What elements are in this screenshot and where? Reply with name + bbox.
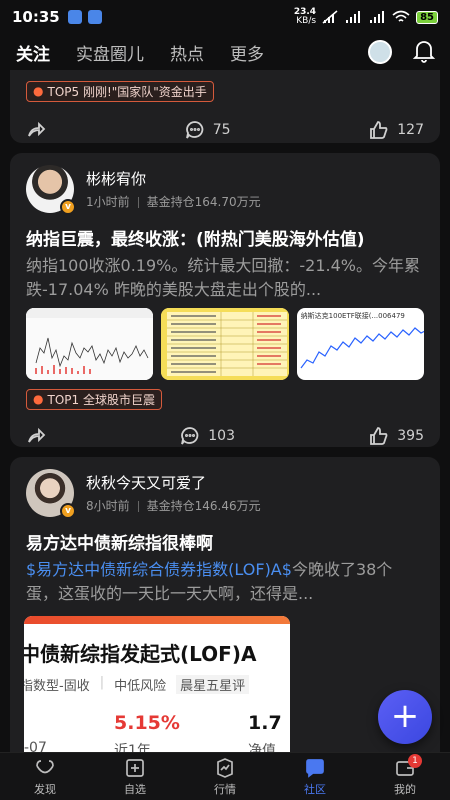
nav-discover[interactable]: 发现 [0, 753, 90, 800]
fund-type: 指数型-固收 [24, 679, 90, 694]
like-button[interactable]: 395 [369, 426, 424, 446]
share-button[interactable] [26, 426, 46, 446]
hot-tag[interactable]: ● TOP5 刚刚!"国家队"资金出手 [26, 80, 214, 102]
user-avatar-button[interactable] [368, 40, 392, 64]
like-count: 395 [397, 427, 424, 444]
post-time: 1小时前 [86, 195, 130, 209]
comment-icon [185, 120, 204, 138]
verified-badge: v [60, 503, 76, 519]
nav-community[interactable]: 社区 [270, 753, 360, 800]
author-name[interactable]: 彬彬宥你 [86, 168, 261, 189]
hot-tag[interactable]: ● TOP1 全球股市巨震 [26, 388, 162, 410]
fund-chart-thumbnail[interactable]: 纳斯达克100ETF联接(...006479 [296, 308, 424, 380]
fund-risk: 中低风险 [114, 679, 167, 694]
comment-count: 103 [208, 427, 235, 444]
discover-icon [36, 759, 54, 773]
fund-link[interactable]: $易方达中债新综合债券指数(LOF)A$ [26, 560, 292, 579]
status-time: 10:35 [12, 8, 60, 26]
fund-name: 中债新综指发起式(LOF)A [24, 642, 257, 666]
comment-button[interactable]: 75 [185, 120, 231, 140]
fire-icon: ● [33, 84, 44, 98]
thumbs-up-icon [370, 120, 388, 139]
battery-indicator: 85 [416, 10, 438, 24]
fire-icon: ● [33, 392, 44, 406]
hot-tag-label: TOP5 刚刚!"国家队"资金出手 [47, 84, 207, 99]
feed[interactable]: ● TOP5 刚刚!"国家队"资金出手 75 127 v 彬彬宥你 1小时前 基金持 [0, 70, 450, 752]
community-icon [306, 758, 324, 778]
post-title: 易方达中债新综指很棒啊 [26, 534, 213, 554]
comment-button[interactable]: 103 [180, 426, 235, 446]
nav-me[interactable]: 我的 1 [360, 753, 450, 800]
post-card[interactable]: v 彬彬宥你 1小时前 基金持仓164.70万元 纳指巨震，最终收涨：(附热门美股… [10, 153, 440, 447]
plus-icon: + [390, 696, 420, 736]
avatar[interactable]: v [26, 469, 76, 519]
nav-label: 行情 [214, 782, 236, 796]
notification-badge: 1 [408, 754, 422, 768]
bottom-nav: 发现 自选 行情 社区 我的 1 [0, 752, 450, 800]
post-images: 纳斯达克100ETF联接(...006479 [10, 298, 440, 380]
fund-nav-label: 净值 [248, 743, 276, 752]
net-speed-unit: KB/s [296, 16, 317, 26]
post-card[interactable]: ● TOP5 刚刚!"国家队"资金出手 75 127 [10, 70, 440, 143]
thumbnail-title: 纳斯达克100ETF联接(...006479 [300, 312, 405, 320]
post-time: 8小时前 [86, 499, 130, 513]
signal-hd2-icon [370, 11, 385, 23]
nav-watchlist[interactable]: 自选 [90, 753, 180, 800]
fund-date-fragment: -07 [24, 740, 47, 752]
signal-hd-icon [346, 11, 361, 23]
alipay-notification-icon [87, 10, 102, 24]
nav-label: 社区 [304, 782, 326, 796]
watchlist-icon [126, 758, 144, 777]
hot-tag-label: TOP1 全球股市巨震 [47, 392, 155, 407]
signal-off-icon [322, 10, 338, 24]
chart-thumbnail[interactable] [26, 308, 154, 380]
nav-label: 发现 [34, 782, 56, 796]
share-button[interactable] [26, 120, 46, 140]
avatar[interactable]: v [26, 165, 76, 215]
wifi-icon [392, 10, 410, 22]
share-icon [28, 427, 46, 443]
post-body: $易方达中债新综合债券指数(LOF)A$今晚收了38个蛋，这蛋收的一天比一天大啊… [10, 554, 440, 602]
bell-icon[interactable] [412, 38, 436, 64]
tab-hot[interactable]: 热点 [170, 40, 204, 65]
fund-rating: 晨星五星评 [176, 675, 250, 694]
tab-live-circle[interactable]: 实盘圈儿 [76, 40, 144, 65]
post-card[interactable]: v 秋秋今天又可爱了 8小时前 基金持仓146.46万元 易方达中债新综指很棒啊 … [10, 457, 440, 752]
top-nav: 关注 实盘圈儿 热点 更多 [0, 34, 450, 70]
thumbs-up-icon [370, 426, 388, 445]
nav-label: 我的 [394, 782, 416, 796]
table-thumbnail[interactable] [161, 308, 289, 380]
fund-holding: 基金持仓146.46万元 [146, 499, 261, 513]
status-indicators: 23.4 KB/s 85 [294, 8, 438, 26]
fund-return: 5.15% [114, 712, 180, 734]
comment-icon [181, 426, 199, 444]
create-post-button[interactable]: + [378, 690, 432, 744]
fund-holding: 基金持仓164.70万元 [146, 195, 261, 209]
like-button[interactable]: 127 [369, 120, 424, 140]
comment-count: 75 [212, 121, 231, 138]
share-icon [28, 121, 46, 137]
fund-return-label: 近1年 [114, 743, 151, 752]
post-title: 纳指巨震，最终收涨：(附热门美股海外估值) [26, 230, 365, 250]
status-bar: 10:35 23.4 KB/s 85 [0, 0, 450, 34]
app-notification-icon [67, 10, 82, 24]
like-count: 127 [397, 121, 424, 138]
post-body: 纳指100收涨0.19%。统计最大回撤：-21.4%。今年累跌-17.04% 昨… [26, 256, 420, 298]
author-name[interactable]: 秋秋今天又可爱了 [86, 472, 261, 493]
fund-card[interactable]: 中债新综指发起式(LOF)A 指数型-固收 | 中低风险 晨星五星评 -07 5… [24, 616, 290, 752]
verified-badge: v [60, 199, 76, 215]
fund-nav-value: 1.7 [248, 712, 282, 734]
tab-more[interactable]: 更多 [230, 40, 264, 65]
nav-market[interactable]: 行情 [180, 753, 270, 800]
market-icon [217, 757, 233, 778]
tab-following[interactable]: 关注 [16, 40, 50, 65]
nav-label: 自选 [124, 782, 146, 796]
